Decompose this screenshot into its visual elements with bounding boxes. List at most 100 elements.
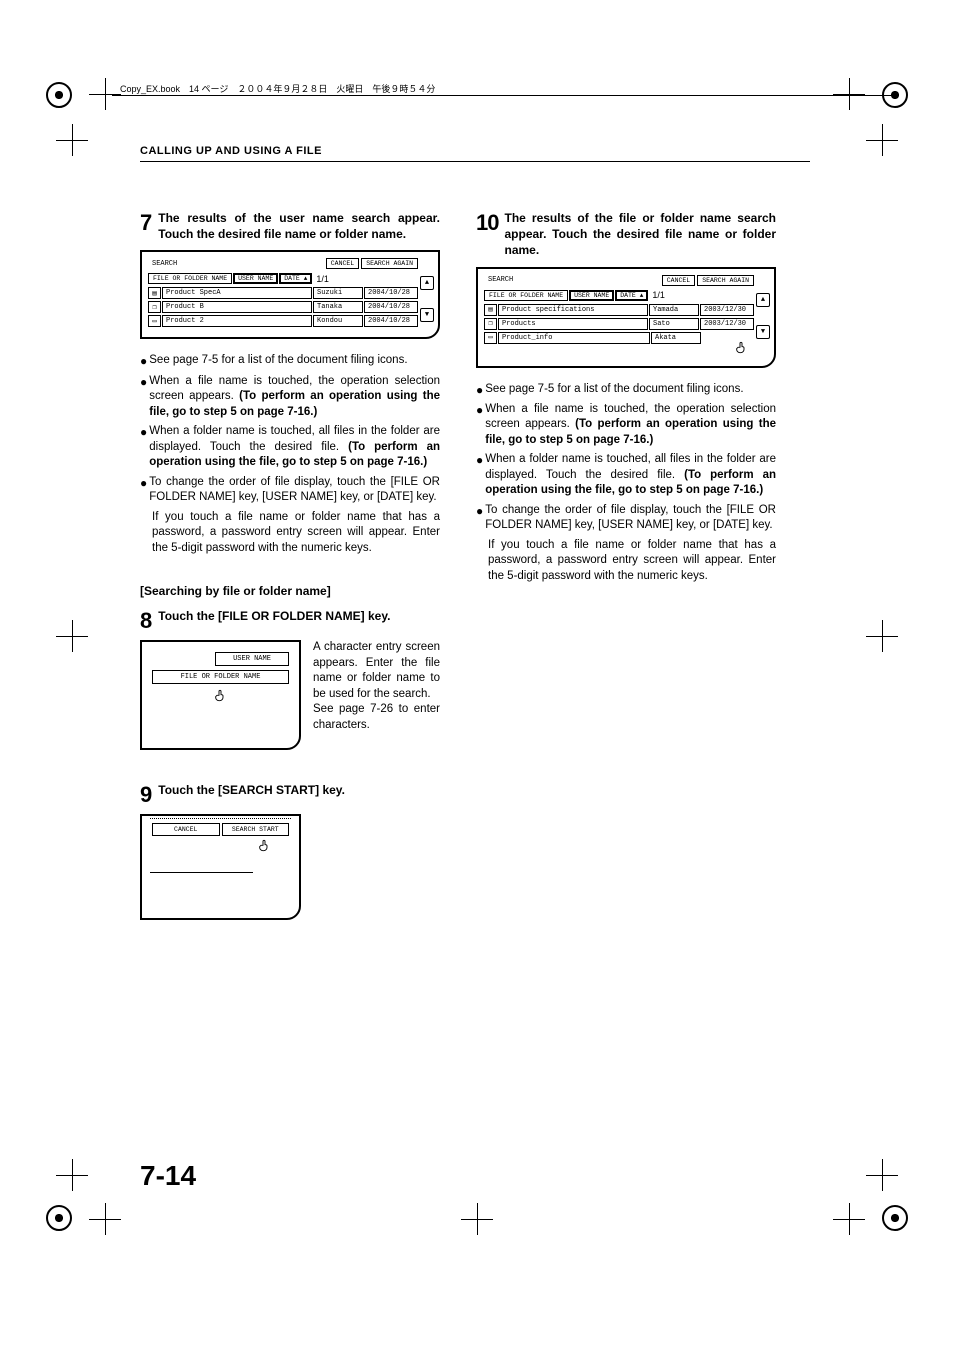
search-start-panel: CANCEL SEARCH START: [140, 814, 301, 920]
note-text: If you touch a file name or folder name …: [152, 510, 440, 557]
search-start-button[interactable]: SEARCH START: [222, 823, 290, 836]
bullet-icon: ●: [140, 424, 147, 471]
bullet-text: To change the order of file display, tou…: [485, 503, 776, 534]
date-cell: 2004/10/28: [364, 287, 418, 299]
scroll-up-button[interactable]: ▲: [420, 276, 434, 290]
step-number: 10: [476, 212, 498, 234]
reg-mark: [46, 1205, 72, 1231]
page-indicator: 1/1: [652, 290, 665, 300]
date-cell: 2003/12/30: [700, 304, 754, 316]
panel-title: SEARCH: [148, 260, 324, 268]
copy-icon: ❐: [148, 301, 161, 313]
right-column: 10 The results of the file or folder nam…: [476, 210, 776, 934]
bullet-list: ●See page 7-5 for a list of the document…: [476, 382, 776, 534]
step-9-heading: 9 Touch the [SEARCH START] key.: [140, 782, 440, 806]
crop-mark: [62, 626, 82, 646]
bullet-icon: ●: [140, 353, 147, 369]
crop-mark: [62, 1165, 82, 1185]
file-folder-entry-panel: USER NAME FILE OR FOLDER NAME: [140, 640, 301, 750]
crop-mark: [872, 1165, 892, 1185]
file-name-cell: Products: [498, 318, 648, 330]
file-or-folder-name-button[interactable]: FILE OR FOLDER NAME: [152, 670, 289, 684]
step-8-heading: 8 Touch the [FILE OR FOLDER NAME] key.: [140, 608, 440, 632]
crop-mark: [872, 626, 892, 646]
file-name-cell: Product 2: [162, 315, 312, 327]
crop-mark: [839, 84, 859, 104]
cancel-button[interactable]: CANCEL: [326, 258, 359, 269]
sub-heading: [Searching by file or folder name]: [140, 584, 440, 598]
search-again-button[interactable]: SEARCH AGAIN: [361, 258, 418, 269]
cancel-button[interactable]: CANCEL: [662, 275, 695, 286]
step-number: 9: [140, 784, 152, 806]
file-name-cell: Product SpecA: [162, 287, 312, 299]
tab-user-name[interactable]: USER NAME: [569, 290, 614, 301]
bullet-icon: ●: [476, 402, 483, 449]
bullet-icon: ●: [140, 475, 147, 506]
touch-hand-icon: [148, 838, 293, 854]
header-rule: [112, 95, 894, 96]
tab-date[interactable]: DATE ▲: [279, 273, 312, 284]
user-cell: Yamada: [649, 304, 699, 316]
touch-hand-icon: [148, 688, 293, 704]
tab-date[interactable]: DATE ▲: [615, 290, 648, 301]
folder-icon: ▭: [484, 332, 497, 344]
table-row[interactable]: ❐ Products Sato 2003/12/30: [484, 318, 754, 330]
step-title: Touch the [SEARCH START] key.: [158, 782, 345, 798]
bullet-text: When a folder name is touched, all files…: [485, 452, 776, 499]
crop-mark: [95, 1209, 115, 1229]
bullet-text: To change the order of file display, tou…: [149, 475, 440, 506]
user-name-button[interactable]: USER NAME: [215, 652, 289, 666]
file-name-cell: Product_info: [498, 332, 650, 344]
bullet-icon: ●: [476, 503, 483, 534]
crop-mark: [62, 130, 82, 150]
tab-user-name[interactable]: USER NAME: [233, 273, 278, 284]
step-number: 7: [140, 212, 152, 234]
table-row[interactable]: ▤ Product specifications Yamada 2003/12/…: [484, 304, 754, 316]
bullet-list: ●See page 7-5 for a list of the document…: [140, 353, 440, 505]
reg-mark: [46, 82, 72, 108]
left-column: 7 The results of the user name search ap…: [140, 210, 440, 934]
step-title: The results of the file or folder name s…: [504, 210, 776, 259]
doc-icon: ▤: [484, 304, 497, 316]
bullet-icon: ●: [140, 374, 147, 421]
search-again-button[interactable]: SEARCH AGAIN: [697, 275, 754, 286]
date-cell: 2003/12/30: [700, 318, 754, 330]
folder-icon: ▭: [148, 315, 161, 327]
table-row[interactable]: ▭ Product 2 Kondou 2004/10/28: [148, 315, 418, 327]
crop-mark: [467, 1209, 487, 1229]
step-7-heading: 7 The results of the user name search ap…: [140, 210, 440, 242]
user-cell: Kondou: [313, 315, 363, 327]
scroll-up-button[interactable]: ▲: [756, 293, 770, 307]
step-title: The results of the user name search appe…: [158, 210, 440, 242]
table-row[interactable]: ▤ Product SpecA Suzuki 2004/10/28: [148, 287, 418, 299]
bullet-icon: ●: [476, 452, 483, 499]
cancel-button[interactable]: CANCEL: [152, 823, 220, 836]
step-title: Touch the [FILE OR FOLDER NAME] key.: [158, 608, 390, 624]
print-job-info: Copy_EX.book 14 ページ ２００４年９月２８日 火曜日 午後９時５…: [120, 82, 435, 95]
table-row[interactable]: ▭ Product_info Akata: [484, 332, 754, 344]
file-name-cell: Product specifications: [498, 304, 648, 316]
user-cell: Akata: [651, 332, 701, 344]
bullet-text: See page 7-5 for a list of the document …: [485, 382, 776, 398]
page-indicator: 1/1: [316, 274, 329, 284]
note-text: If you touch a file name or folder name …: [488, 538, 776, 585]
user-cell: Sato: [649, 318, 699, 330]
scroll-down-button[interactable]: ▼: [756, 325, 770, 339]
step-8-text: A character entry screen appears. Enter …: [313, 640, 440, 764]
file-name-cell: Product B: [162, 301, 312, 313]
tab-file-or-folder[interactable]: FILE OR FOLDER NAME: [484, 290, 568, 301]
bullet-text: When a file name is touched, the operati…: [485, 402, 776, 449]
page-number: 7-14: [140, 1160, 196, 1192]
date-cell: 2004/10/28: [364, 301, 418, 313]
scroll-down-button[interactable]: ▼: [420, 308, 434, 322]
search-results-panel-7: SEARCH CANCEL SEARCH AGAIN FILE OR FOLDE…: [140, 250, 440, 339]
tab-file-or-folder[interactable]: FILE OR FOLDER NAME: [148, 273, 232, 284]
crop-mark: [95, 84, 115, 104]
reg-mark: [882, 1205, 908, 1231]
search-results-panel-10: SEARCH CANCEL SEARCH AGAIN FILE OR FOLDE…: [476, 267, 776, 368]
doc-icon: ▤: [148, 287, 161, 299]
sort-asc-icon: ▲: [304, 275, 308, 282]
table-row[interactable]: ❐ Product B Tanaka 2004/10/28: [148, 301, 418, 313]
crop-mark: [839, 1209, 859, 1229]
step-10-heading: 10 The results of the file or folder nam…: [476, 210, 776, 259]
